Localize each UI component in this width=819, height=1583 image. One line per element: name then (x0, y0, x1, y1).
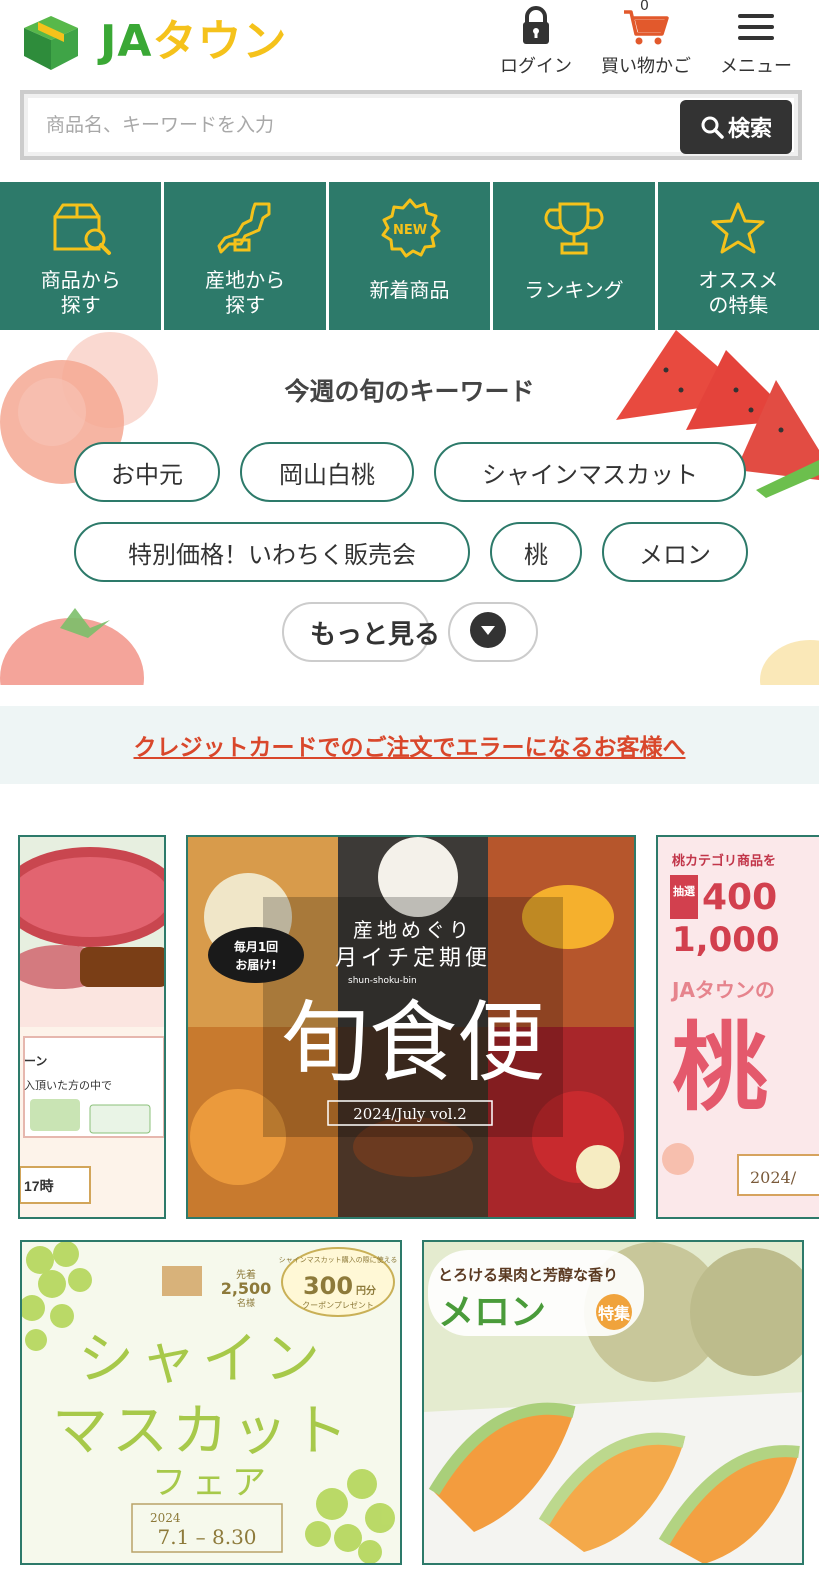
tomato-illustration (0, 608, 144, 685)
nav-item-browse-region[interactable]: 産地から 探す (164, 182, 329, 330)
credit-card-notice-link[interactable]: クレジットカードでのご注文でエラーになるお客様へ (134, 728, 686, 762)
search-box: 検索 (28, 98, 794, 154)
nav-item-ranking[interactable]: ランキング (493, 182, 658, 330)
svg-text:シャインマスカット購入の際に使える: シャインマスカット購入の際に使える (279, 1255, 398, 1264)
banner-shine-muscat-fair[interactable]: 先着 2,500 名様 シャインマスカット購入の際に使える 300 円分 クーポ… (20, 1240, 402, 1565)
logo-wordmark: JAタウン (100, 20, 287, 64)
nav-item-recommended[interactable]: オススメ の特集 (658, 182, 819, 330)
logo-town-text: タウン (152, 16, 288, 67)
menu-label: メニュー (720, 56, 792, 77)
svg-text:桃カテゴリ商品を: 桃カテゴリ商品を (672, 853, 776, 869)
banner-peach-campaign[interactable]: 桃カテゴリ商品を 抽選 400 1,000 JAタウンの 桃 2024/ (656, 835, 819, 1219)
section-title: 今週の旬のキーワード (284, 377, 535, 406)
svg-text:シャイン: シャイン (78, 1327, 326, 1392)
lock-icon (523, 6, 549, 44)
show-more-button[interactable]: もっと見る (282, 602, 538, 662)
cube-logo-icon (24, 16, 78, 70)
svg-text:入頂いた方の中で: 入頂いた方の中で (24, 1078, 112, 1092)
svg-text:毎月1回: 毎月1回 (234, 939, 278, 954)
svg-text:2,500: 2,500 (221, 1279, 272, 1298)
svg-text:17時: 17時 (24, 1178, 54, 1194)
keyword-chip[interactable]: お中元 (74, 442, 220, 502)
cart-button[interactable]: 0 買い物かご (596, 0, 696, 78)
trophy-icon (544, 198, 604, 260)
svg-text:300: 300 (303, 1272, 353, 1300)
nav-item-browse-products[interactable]: 商品から 探す (0, 182, 165, 330)
svg-text:JAタウンの: JAタウンの (670, 978, 775, 1002)
shunshokubin-image: 毎月1回 お届け! 産地めぐり 月イチ定期便 shun-shoku-bin 旬食… (188, 837, 634, 1217)
login-label: ログイン (500, 56, 572, 77)
nav-item-label: 新着商品 (369, 278, 450, 302)
seasonal-keywords-section: 今週の旬のキーワード お中元 岡山白桃 シャインマスカット 特別価格！いわちく販… (0, 330, 819, 685)
search-button-label: 検索 (727, 116, 772, 141)
svg-text:月イチ定期便: 月イチ定期便 (335, 946, 491, 971)
svg-text:1,000: 1,000 (672, 920, 780, 960)
svg-text:2024/: 2024/ (750, 1168, 797, 1187)
keyword-chip[interactable]: 桃 (490, 522, 582, 582)
svg-text:400: 400 (702, 877, 777, 918)
svg-text:特集: 特集 (598, 1304, 631, 1323)
lemon-illustration (760, 640, 819, 685)
svg-text:メロン: メロン (438, 1291, 546, 1333)
svg-text:クーポンプレゼント: クーポンプレゼント (302, 1300, 374, 1310)
show-more-label: もっと見る (310, 620, 441, 650)
category-nav: 商品から 探す 産地から 探す NEW 新着商品 ランキング オススメ の特集 (0, 182, 819, 330)
wagyu-eel-image: ーン 入頂いた方の中で 17時 (20, 837, 164, 1217)
box-search-icon (49, 198, 113, 260)
cart-label: 買い物かご (601, 56, 691, 77)
svg-text:マスカット: マスカット (52, 1399, 352, 1464)
svg-text:フェア: フェア (152, 1463, 272, 1503)
svg-text:ーン: ーン (24, 1054, 47, 1068)
svg-text:産地めぐり: 産地めぐり (353, 918, 473, 942)
svg-text:2024: 2024 (150, 1511, 181, 1525)
cart-count-badge: 0 (640, 0, 649, 14)
melon-image: とろける果肉と芳醇な香り メロン 特集 (424, 1242, 802, 1563)
nav-item-label: 商品から 探す (40, 268, 121, 317)
credit-card-error-notice: クレジットカードでのご注文でエラーになるお客様へ (0, 706, 819, 784)
search-button[interactable]: 検索 (680, 100, 792, 154)
logo-ja-text: JA (100, 16, 153, 67)
svg-text:NEW: NEW (392, 223, 426, 238)
nav-item-label: 産地から 探す (205, 268, 286, 317)
keyword-chip[interactable]: メロン (602, 522, 748, 582)
svg-text:とろける果肉と芳醇な香り: とろける果肉と芳醇な香り (438, 1266, 618, 1284)
peach-campaign-image: 桃カテゴリ商品を 抽選 400 1,000 JAタウンの 桃 2024/ (658, 837, 819, 1217)
shine-muscat-image: 先着 2,500 名様 シャインマスカット購入の際に使える 300 円分 クーポ… (22, 1242, 400, 1563)
svg-text:7.1 – 8.30: 7.1 – 8.30 (157, 1525, 256, 1549)
keyword-chip[interactable]: シャインマスカット (434, 442, 746, 502)
search-bar: 検索 (20, 90, 802, 160)
svg-text:お届け!: お届け! (235, 958, 276, 972)
nav-item-new-arrivals[interactable]: NEW 新着商品 (329, 182, 494, 330)
star-icon (709, 198, 767, 260)
new-badge-icon: NEW (379, 198, 441, 260)
search-icon (701, 116, 724, 139)
svg-text:2024/July vol.2: 2024/July vol.2 (353, 1105, 467, 1123)
search-input[interactable] (46, 98, 666, 152)
banner-shunshokubin[interactable]: 毎月1回 お届け! 産地めぐり 月イチ定期便 shun-shoku-bin 旬食… (186, 835, 636, 1219)
svg-text:名様: 名様 (237, 1297, 255, 1309)
nav-item-label: オススメ の特集 (698, 268, 779, 317)
svg-text:抽選: 抽選 (673, 884, 695, 898)
keyword-chip[interactable]: 特別価格！いわちく販売会 (74, 522, 470, 582)
keyword-chip[interactable]: 岡山白桃 (240, 442, 414, 502)
hamburger-menu-icon (738, 14, 774, 40)
chevron-down-icon (470, 612, 506, 648)
japan-map-icon (215, 198, 275, 260)
svg-text:桃: 桃 (672, 1011, 768, 1124)
ja-town-logo[interactable]: JAタウン (20, 12, 287, 72)
menu-button[interactable]: メニュー (714, 6, 798, 78)
svg-text:円分: 円分 (356, 1284, 376, 1297)
svg-text:旬食便: 旬食便 (281, 991, 545, 1094)
banner-wagyu-campaign[interactable]: ーン 入頂いた方の中で 17時 (18, 835, 166, 1219)
login-button[interactable]: ログイン (496, 6, 576, 78)
site-header: JAタウン ログイン 0 買い物かご メニュー (0, 0, 819, 90)
svg-text:shun-shoku-bin: shun-shoku-bin (348, 976, 417, 986)
banner-melon-feature[interactable]: とろける果肉と芳醇な香り メロン 特集 (422, 1240, 804, 1565)
nav-item-label: ランキング (524, 278, 624, 302)
